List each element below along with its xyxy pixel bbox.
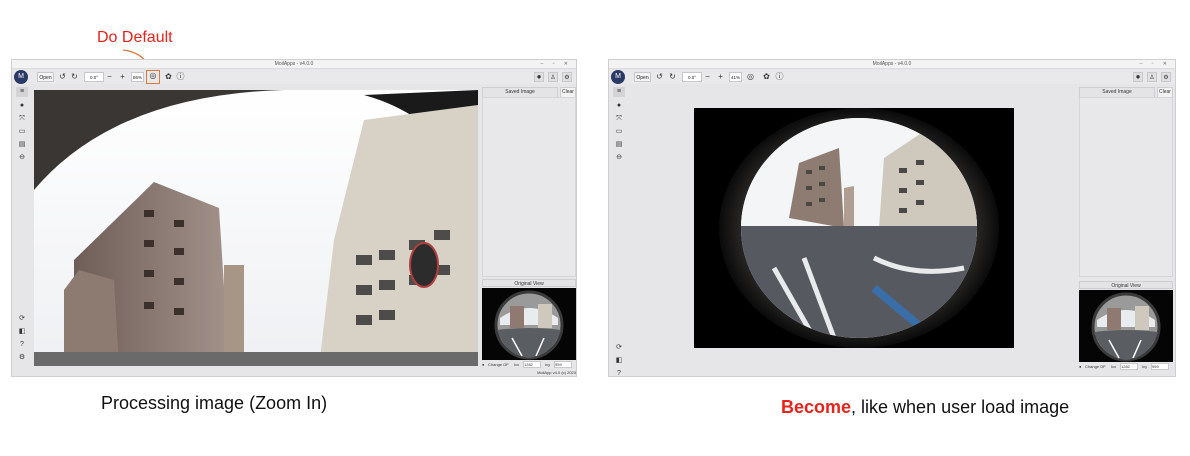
right-panel: Saved Image Clear Original View ● Change… (482, 87, 576, 376)
right-panel: Saved Image Clear Original View ● Change… (1079, 87, 1173, 376)
app-window-zoomed: MoilApps - v4.0.0 – ▫ ✕ M Open ↺ ↻ 0.0° … (11, 59, 577, 377)
open-button[interactable]: Open (37, 72, 54, 82)
app-logo-icon: M (14, 70, 28, 84)
menu-icon[interactable]: ≡ (16, 87, 28, 97)
saved-image-header: Saved Image Clear (482, 87, 576, 98)
user-icon[interactable]: ♙ (1147, 72, 1157, 82)
info-icon[interactable]: ⓘ (775, 72, 784, 82)
icx-label: Icx (1111, 364, 1117, 369)
main-image-view[interactable] (694, 108, 1014, 348)
change-of-label: Change OF (1085, 364, 1106, 369)
rotate-right-icon[interactable]: ↻ (668, 72, 677, 82)
settings-icon[interactable]: ⚙ (16, 353, 28, 363)
footer-text: MoilApp v4.0 (c) 2023 (537, 370, 576, 375)
original-view-image (482, 288, 576, 360)
original-view-image (1079, 290, 1173, 362)
rotate-right-icon[interactable]: ↻ (70, 72, 79, 82)
change-of-label: Change OF (488, 362, 509, 367)
window-controls[interactable]: – ▫ ✕ (1139, 60, 1171, 69)
image-icon[interactable]: ▭ (16, 127, 28, 137)
settings-puzzle-icon[interactable]: ✿ (164, 72, 173, 82)
help-icon[interactable]: ? (613, 369, 625, 376)
saved-image-list[interactable] (1079, 97, 1173, 277)
minus-circle-icon[interactable]: ⊖ (613, 153, 625, 163)
document-icon[interactable]: ▤ (16, 140, 28, 150)
icy-label: Icy (545, 362, 551, 367)
gear-icon[interactable]: ⚙ (562, 72, 572, 82)
change-of-radio[interactable]: ● (482, 361, 484, 369)
icy-field[interactable]: 959 (554, 361, 572, 368)
main-image-view[interactable] (34, 90, 478, 366)
sidebar: ≡ ● ⤧ ▭ ▤ ⊖ ⟳ ◧ ? ⚙ (12, 86, 32, 376)
toolbar: M Open ↺ ↻ 0.0° − + 41% ◎ ✿ ⓘ ✹ ♙ ⚙ (609, 70, 1175, 84)
fisheye-icon[interactable]: ● (613, 101, 625, 111)
theme-icon[interactable]: ✹ (1133, 72, 1143, 82)
book-icon[interactable]: ◧ (613, 356, 625, 366)
toolbar: M Open ↺ ↻ 0.0° − + 86% ◎ ✿ ⓘ ✹ ♙ ⚙ (12, 70, 576, 84)
caption-become-rest: , like when user load image (851, 397, 1070, 417)
document-icon[interactable]: ▤ (613, 140, 625, 150)
user-icon[interactable]: ♙ (548, 72, 558, 82)
change-of-radio[interactable]: ● (1079, 363, 1081, 371)
zoom-out-icon[interactable]: − (105, 72, 114, 82)
settings-puzzle-icon[interactable]: ✿ (762, 72, 771, 82)
fisheye-icon[interactable]: ● (16, 101, 28, 111)
icx-field[interactable]: 1282 (1120, 363, 1138, 370)
title-bar: MoilApps - v4.0.0 – ▫ ✕ (12, 60, 576, 69)
rotation-field[interactable]: 0.0° (682, 72, 702, 82)
original-view-label: Original View (482, 279, 576, 287)
app-logo-icon: M (611, 70, 625, 84)
zoom-out-icon[interactable]: − (703, 72, 712, 82)
window-title: MoilApps - v4.0.0 (872, 61, 912, 67)
caption-become: Become, like when user load image (781, 397, 1069, 418)
icx-label: Icx (514, 362, 520, 367)
menu-icon[interactable]: ≡ (613, 87, 625, 97)
icy-label: Icy (1142, 364, 1148, 369)
zoom-in-icon[interactable]: + (716, 72, 725, 82)
app-window-default: MoilApps - v4.0.0 – ▫ ✕ M Open ↺ ↻ 0.0° … (608, 59, 1176, 377)
do-default-annotation: Do Default (97, 29, 173, 46)
original-view-fields: ● Change OF Icx 1282 Icy 959 (1079, 363, 1173, 371)
original-view-label: Original View (1079, 281, 1173, 289)
theme-icon[interactable]: ✹ (534, 72, 544, 82)
rotate-left-icon[interactable]: ↺ (58, 72, 67, 82)
rotate-left-icon[interactable]: ↺ (655, 72, 664, 82)
minus-circle-icon[interactable]: ⊖ (16, 153, 28, 163)
image-icon[interactable]: ▭ (613, 127, 625, 137)
refresh-icon[interactable]: ⟳ (16, 314, 28, 324)
zoom-in-icon[interactable]: + (118, 72, 127, 82)
zoom-field[interactable]: 41% (729, 72, 742, 82)
open-button[interactable]: Open (634, 72, 651, 82)
refresh-icon[interactable]: ⟳ (613, 343, 625, 353)
saved-image-header: Saved Image Clear (1079, 87, 1173, 98)
original-view-fields: ● Change OF Icx 1282 Icy 959 (482, 361, 576, 369)
caption-become-highlight: Become (781, 397, 852, 417)
saved-image-list[interactable] (482, 97, 576, 277)
help-icon[interactable]: ? (16, 340, 28, 350)
info-icon[interactable]: ⓘ (176, 72, 185, 82)
default-view-icon[interactable]: ◎ (746, 72, 755, 82)
panorama-icon[interactable]: ⤧ (613, 114, 625, 124)
title-bar: MoilApps - v4.0.0 – ▫ ✕ (609, 60, 1175, 69)
panorama-icon[interactable]: ⤧ (16, 114, 28, 124)
default-view-icon[interactable]: ◎ (146, 70, 160, 84)
window-title: MoilApps - v4.0.0 (274, 61, 314, 67)
icy-field[interactable]: 959 (1151, 363, 1169, 370)
caption-processing: Processing image (Zoom In) (101, 393, 328, 413)
sidebar: ≡ ● ⤧ ▭ ▤ ⊖ ⟳ ◧ ? ⚙ (609, 86, 629, 376)
book-icon[interactable]: ◧ (16, 327, 28, 337)
icx-field[interactable]: 1282 (523, 361, 541, 368)
window-controls[interactable]: – ▫ ✕ (540, 60, 572, 69)
gear-icon[interactable]: ⚙ (1161, 72, 1171, 82)
rotation-field[interactable]: 0.0° (84, 72, 104, 82)
zoom-field[interactable]: 86% (131, 72, 144, 82)
